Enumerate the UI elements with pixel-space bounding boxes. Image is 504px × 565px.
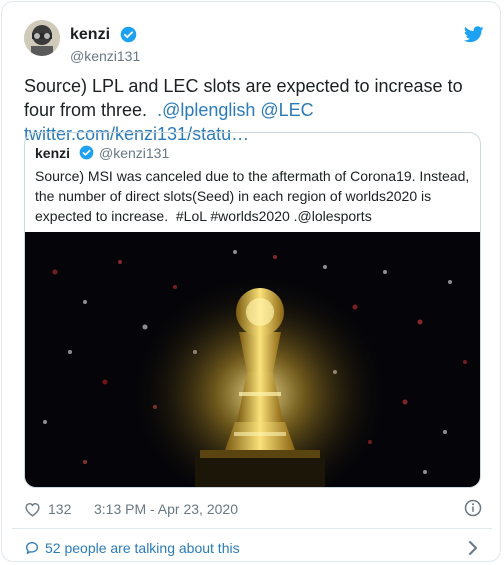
- verified-icon: [120, 26, 137, 43]
- heart-icon[interactable]: [24, 501, 41, 517]
- quoted-author-name: kenzi: [35, 145, 71, 161]
- divider: [12, 528, 492, 529]
- twitter-bird-icon[interactable]: [464, 26, 484, 43]
- tweet-mentions[interactable]: .@lplenglish @LEC: [157, 100, 314, 120]
- verified-icon: [79, 145, 94, 160]
- talking-label[interactable]: 52 people are talking about this: [45, 540, 240, 556]
- like-count[interactable]: 132: [48, 501, 71, 517]
- tweet-header: kenzi @kenzi131: [24, 20, 484, 68]
- quoted-mention: .@lolesports: [293, 208, 372, 224]
- quoted-hashtags: #LoL #worlds2020: [175, 208, 290, 224]
- author-handle[interactable]: @kenzi131: [70, 48, 140, 64]
- avatar[interactable]: [24, 20, 60, 56]
- author-name[interactable]: kenzi: [70, 26, 110, 44]
- quoted-author-handle: @kenzi131: [99, 145, 170, 161]
- embedded-tweet-card: kenzi @kenzi131 Source) LPL and LEC slot…: [1, 1, 501, 562]
- speech-bubble-icon: [26, 542, 38, 554]
- quoted-text: Source) MSI was canceled due to the afte…: [35, 166, 471, 226]
- chevron-right-icon[interactable]: [468, 541, 478, 555]
- quoted-media-image[interactable]: [25, 232, 480, 487]
- conversation-link[interactable]: 52 people are talking about this: [24, 539, 484, 559]
- timestamp[interactable]: 3:13 PM - Apr 23, 2020: [94, 501, 238, 517]
- tweet-actions: 132 3:13 PM - Apr 23, 2020: [24, 499, 484, 521]
- info-icon[interactable]: [464, 499, 482, 517]
- quoted-tweet[interactable]: kenzi @kenzi131 Source) MSI was canceled…: [24, 132, 481, 488]
